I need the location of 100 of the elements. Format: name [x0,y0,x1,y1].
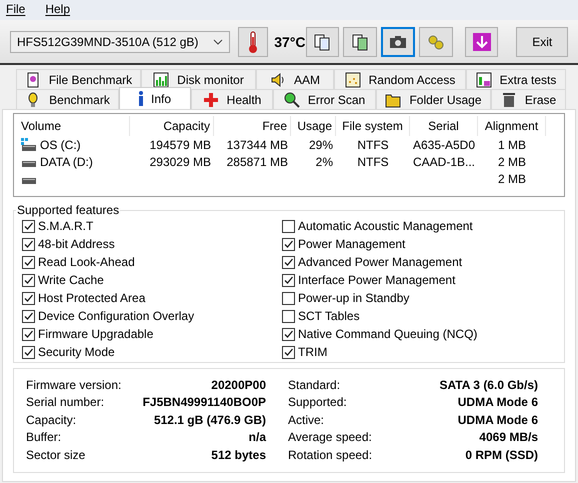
column-header[interactable]: Capacity [130,116,214,136]
random-access-icon [344,72,361,88]
tab[interactable]: Random Access [334,69,466,89]
tab[interactable]: Erase [491,89,566,109]
checkbox[interactable] [282,346,295,358]
feature-label: Write Cache [38,273,104,287]
field-value: 20200P00 [211,378,266,392]
checkbox[interactable] [282,310,295,322]
column-header[interactable]: Alignment [478,116,546,136]
drive-dropdown[interactable]: HFS512G39MND-3510A (512 gB) [10,30,230,52]
feature-label: S.M.A.R.T [38,219,94,233]
toolbar-button[interactable] [343,26,378,56]
table-cell: NTFS [357,154,389,168]
feature-label: Power Management [298,237,406,251]
table-cell: NTFS [357,138,389,152]
checkbox[interactable] [282,328,295,340]
table-cell: OS (C:) [40,138,81,152]
feature-label: SCT Tables [298,309,360,323]
error-scan-icon [284,92,300,108]
tab[interactable]: AAM [256,69,334,89]
checkbox[interactable] [282,256,295,268]
field-value: UDMA Mode 6 [458,395,538,410]
tab[interactable]: Health [191,89,273,109]
tab[interactable]: Extra tests [466,69,566,89]
aam-icon [270,72,286,88]
field-label: Serial number: [26,395,106,410]
checkbox[interactable] [282,238,295,250]
feature-label: Security Mode [38,345,115,359]
feature-label: Host Protected Area [38,291,146,305]
checkbox[interactable] [22,256,35,268]
checkbox[interactable] [22,274,35,286]
menu-item[interactable]: File [6,2,26,18]
menu-item[interactable]: Help [45,2,70,18]
feature-label: TRIM [298,345,328,359]
field-label: Standard: [288,378,342,392]
feature-label: 48-bit Address [38,237,115,251]
table-cell: DATA (D:) [40,154,93,168]
erase-icon [500,92,517,108]
checkbox[interactable] [22,220,35,232]
tab[interactable]: Info [119,87,191,109]
field-value: UDMA Mode 6 [458,412,538,427]
field-value: FJ5BN49991140BO0P [142,395,266,410]
table-cell: 137344 MB [226,138,288,152]
copy-icon [313,32,332,50]
checkbox[interactable] [282,292,295,304]
feature-label: Advanced Power Management [298,255,462,269]
checkbox[interactable] [22,292,35,304]
field-label: Firmware version: [26,378,122,392]
field-label: Capacity: [26,412,78,427]
checkbox[interactable] [22,346,35,358]
checkbox[interactable] [22,328,35,340]
feature-label: Automatic Acoustic Management [298,219,473,233]
temperature-reading: 37°C [274,34,306,50]
column-header[interactable]: Free [214,116,291,136]
field-value: SATA 3 (6.0 Gb/s) [440,378,538,392]
field-label: Average speed: [288,430,373,444]
checkbox[interactable] [282,220,295,232]
field-value: 0 RPM (SSD) [465,448,538,462]
field-label: Active: [288,412,326,427]
toolbar-button[interactable] [306,26,340,56]
table-cell: 1 MB [498,138,526,152]
table-cell: A635-A5D0 [412,138,476,152]
thermometer-icon [248,30,258,52]
column-header[interactable]: File system [336,116,410,136]
checkbox[interactable] [282,274,295,286]
table-cell: 2 MB [498,172,526,186]
field-label: Rotation speed: [288,448,374,462]
table-cell: 285871 MB [226,154,288,168]
feature-label: Interface Power Management [298,273,456,287]
thermometer-button[interactable] [238,26,268,56]
field-label: Supported: [288,395,348,410]
group-title: Supported features [16,203,120,217]
column-header[interactable]: Serial [410,116,478,136]
tab[interactable]: Disk monitor [141,69,256,89]
feature-label: Native Command Queuing (NCQ) [298,327,478,341]
checkbox[interactable] [22,238,35,250]
disk-monitor-icon [153,72,170,88]
feature-label: Power-up in Standby [298,291,410,305]
chevron-icon [213,38,224,44]
column-header[interactable]: Usage [291,116,336,136]
tab[interactable]: File Benchmark [16,69,141,89]
field-value: 512 bytes [211,448,266,462]
table-cell: 2 MB [498,154,526,168]
field-label: Sector size [26,448,86,462]
column-header[interactable]: Volume [18,116,130,136]
tab[interactable]: Benchmark [16,89,119,109]
table-cell: 2% [316,154,333,168]
table-cell: 194579 MB [150,138,211,152]
download-icon [472,32,490,50]
tab[interactable]: Folder Usage [376,89,491,109]
exit-button[interactable]: Exit [516,26,568,56]
toolbar-button[interactable] [381,26,415,56]
field-value: n/a [248,430,266,444]
file-benchmark-icon [24,72,41,88]
feature-label: Device Configuration Overlay [38,309,194,323]
checkbox[interactable] [22,310,35,322]
field-value: 4069 MB/s [479,430,538,444]
feature-label: Firmware Upgradable [38,327,154,341]
tab[interactable]: Error Scan [273,89,376,109]
info-icon [138,90,143,106]
